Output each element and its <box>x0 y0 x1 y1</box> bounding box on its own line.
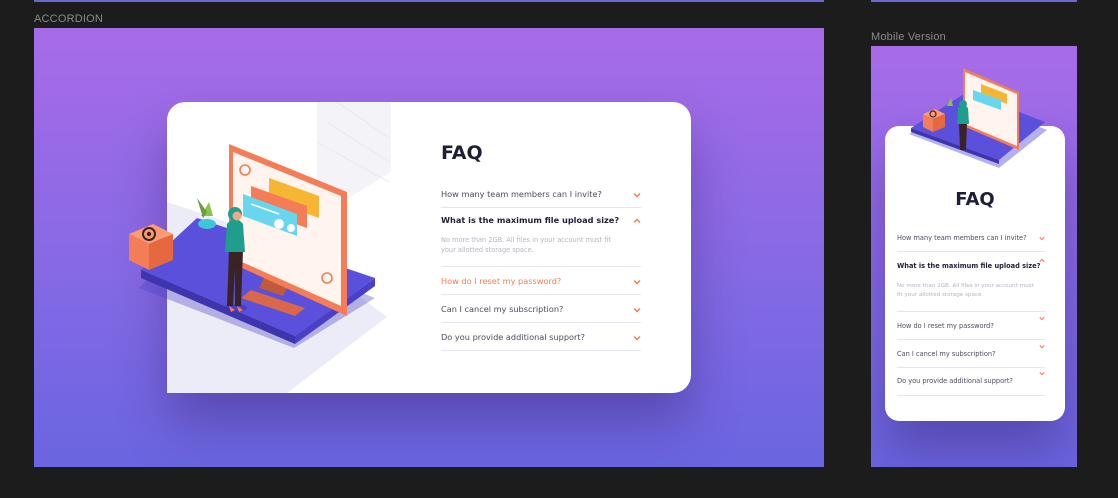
faq-title: FAQ <box>441 142 483 164</box>
faq-question: How do I reset my password? <box>897 322 994 330</box>
chevron-down-icon <box>1039 344 1045 349</box>
faq-question: What is the maximum file upload size? <box>441 215 620 225</box>
faq-question: How many team members can I invite? <box>441 189 602 199</box>
desktop-frame-top-edge <box>34 0 824 2</box>
faq-item[interactable]: Can I cancel my subscription? <box>441 295 641 323</box>
faq-question: Can I cancel my subscription? <box>441 304 564 314</box>
faq-card: FAQ How many team members can I invite? … <box>129 102 691 393</box>
faq-question: What is the maximum file upload size? <box>897 262 1041 270</box>
chevron-down-icon <box>633 279 641 285</box>
mobile-accordion-frame: FAQ How many team members can I invite? … <box>871 46 1077 467</box>
mobile-frame-top-edge <box>871 0 1077 2</box>
mobile-frame-label: Mobile Version <box>871 31 946 43</box>
faq-item[interactable]: Do you provide additional support? <box>441 323 641 351</box>
faq-question: How many team members can I invite? <box>897 234 1027 242</box>
chevron-down-icon <box>1039 316 1045 321</box>
chevron-down-icon <box>1039 236 1045 241</box>
faq-item[interactable]: Do you provide additional support? <box>897 368 1045 396</box>
faq-question: Do you provide additional support? <box>441 332 585 342</box>
faq-item-expanded[interactable]: What is the maximum file upload size? No… <box>441 208 641 267</box>
woman-online-illustration-mobile <box>909 68 1047 168</box>
chevron-up-icon <box>1039 258 1045 263</box>
desktop-accordion-frame: FAQ How many team members can I invite? … <box>34 28 824 467</box>
faq-title-mobile: FAQ <box>955 189 995 210</box>
chevron-down-icon <box>633 335 641 341</box>
faq-question: Do you provide additional support? <box>897 377 1013 385</box>
faq-item[interactable]: How do I reset my password? <box>897 312 1045 340</box>
faq-item[interactable]: How many team members can I invite? <box>441 182 641 208</box>
faq-item-expanded[interactable]: What is the maximum file upload size? No… <box>897 252 1045 312</box>
faq-answer: No more than 2GB. All files in your acco… <box>441 236 612 254</box>
faq-item-hover[interactable]: How do I reset my password? <box>441 267 641 295</box>
woman-online-illustration <box>129 144 375 348</box>
chevron-down-icon <box>1039 371 1045 376</box>
faq-item[interactable]: Can I cancel my subscription? <box>897 340 1045 368</box>
chevron-down-icon <box>633 192 641 198</box>
chevron-down-icon <box>633 307 641 313</box>
faq-answer: No more than 2GB. All files in your acco… <box>897 283 1034 298</box>
faq-question: How do I reset my password? <box>441 276 562 286</box>
desktop-frame-label: ACCORDION <box>34 13 104 25</box>
faq-item[interactable]: How many team members can I invite? <box>897 230 1045 252</box>
faq-question: Can I cancel my subscription? <box>897 350 996 358</box>
chevron-up-icon <box>633 218 641 224</box>
